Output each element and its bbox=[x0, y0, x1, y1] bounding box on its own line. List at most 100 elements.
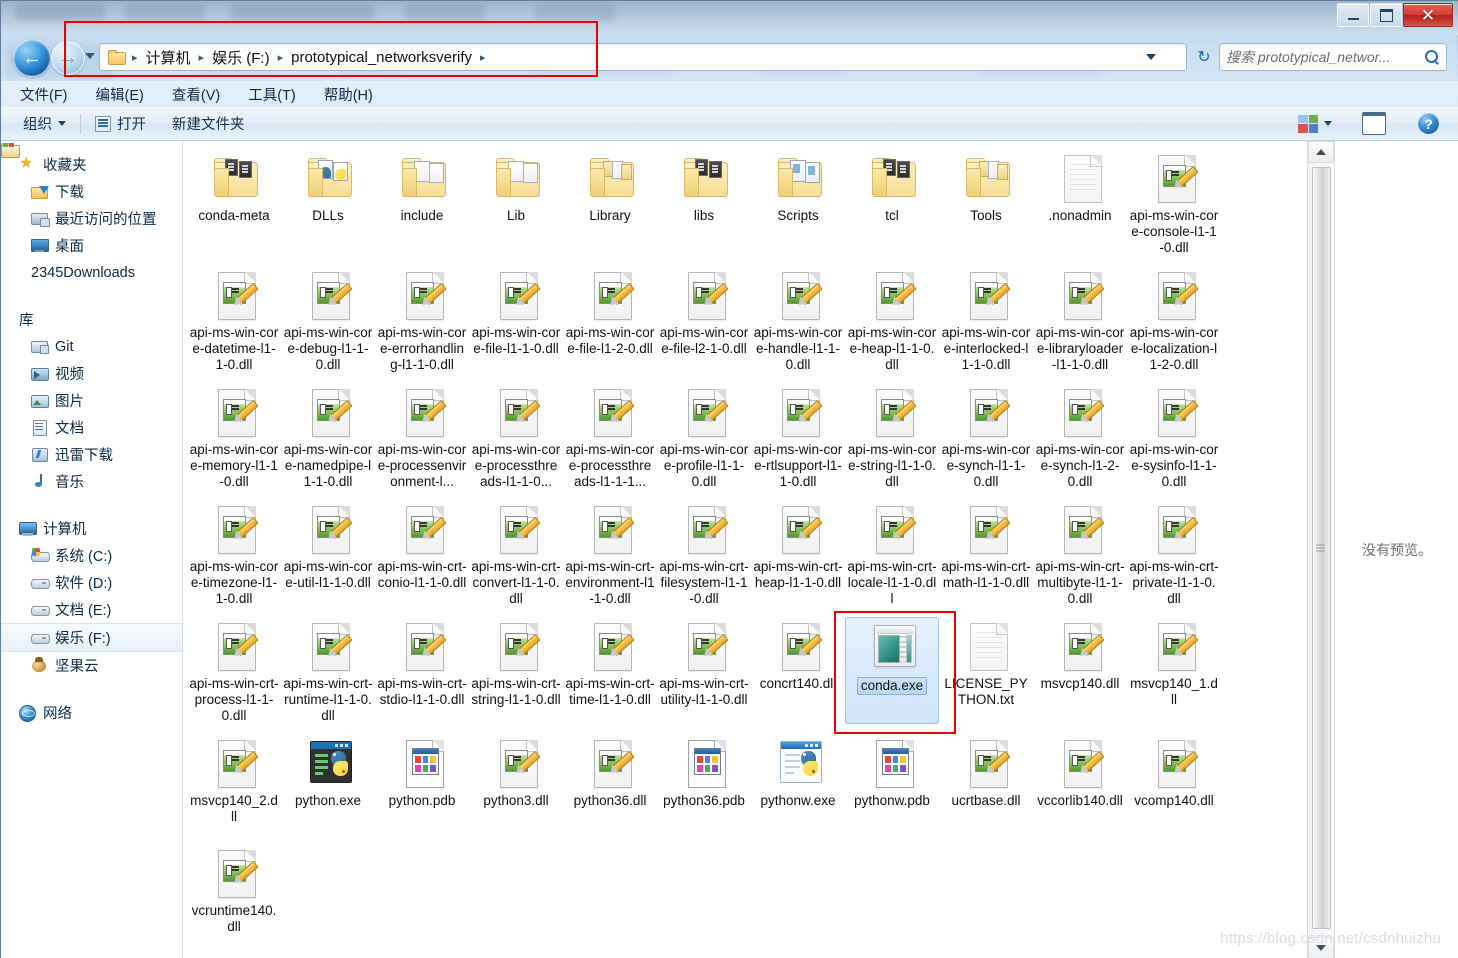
new-folder-button[interactable]: 新建文件夹 bbox=[166, 110, 251, 137]
file-item[interactable]: api-ms-win-core-sysinfo-l1-1-0.dll bbox=[1127, 383, 1221, 490]
file-item[interactable]: msvcp140_1.dll bbox=[1127, 617, 1221, 724]
file-item[interactable]: api-ms-win-crt-process-l1-1-0.dll bbox=[187, 617, 281, 724]
file-item[interactable]: python36.dll bbox=[563, 734, 657, 834]
chevron-down-icon[interactable] bbox=[1146, 54, 1156, 60]
breadcrumb-separator-1[interactable]: ▸ bbox=[195, 51, 209, 64]
menu-view[interactable]: 查看(V) bbox=[169, 82, 223, 107]
file-item[interactable]: concrt140.dll bbox=[751, 617, 845, 724]
file-item[interactable]: api-ms-win-crt-private-l1-1-0.dll bbox=[1127, 500, 1221, 607]
file-item[interactable]: api-ms-win-core-memory-l1-1-0.dll bbox=[187, 383, 281, 490]
menu-edit[interactable]: 编辑(E) bbox=[93, 82, 147, 107]
sidebar-item-git[interactable]: Git bbox=[1, 333, 182, 360]
vertical-scrollbar[interactable] bbox=[1307, 141, 1334, 958]
refresh-button[interactable]: ↻ bbox=[1191, 45, 1217, 69]
file-item[interactable]: ucrtbase.dll bbox=[939, 734, 1033, 834]
breadcrumb-separator-3[interactable]: ▸ bbox=[476, 51, 490, 64]
change-view-button[interactable] bbox=[1292, 112, 1338, 136]
file-item[interactable]: vccorlib140.dll bbox=[1033, 734, 1127, 834]
file-item[interactable]: api-ms-win-crt-stdio-l1-1-0.dll bbox=[375, 617, 469, 724]
file-item[interactable]: api-ms-win-core-heap-l1-1-0.dll bbox=[845, 266, 939, 373]
file-item[interactable]: api-ms-win-crt-math-l1-1-0.dll bbox=[939, 500, 1033, 607]
file-item[interactable]: api-ms-win-core-string-l1-1-0.dll bbox=[845, 383, 939, 490]
file-item[interactable]: api-ms-win-core-debug-l1-1-0.dll bbox=[281, 266, 375, 373]
file-item[interactable]: api-ms-win-crt-time-l1-1-0.dll bbox=[563, 617, 657, 724]
file-item-selected[interactable]: conda.exe bbox=[845, 617, 939, 724]
file-item[interactable]: msvcp140.dll bbox=[1033, 617, 1127, 724]
file-item[interactable]: api-ms-win-core-util-l1-1-0.dll bbox=[281, 500, 375, 607]
breadcrumb-separator-2[interactable]: ▸ bbox=[274, 51, 288, 64]
file-item[interactable]: api-ms-win-core-errorhandling-l1-1-0.dll bbox=[375, 266, 469, 373]
file-grid[interactable]: conda-meta DLLs include Lib Library libs Scrip… bbox=[183, 141, 1308, 958]
sidebar-item-libraries[interactable]: 库 bbox=[1, 143, 182, 333]
file-item[interactable]: vcruntime140.dll bbox=[187, 844, 281, 944]
maximize-button[interactable] bbox=[1370, 3, 1402, 27]
file-item[interactable]: api-ms-win-core-datetime-l1-1-0.dll bbox=[187, 266, 281, 373]
menu-tools[interactable]: 工具(T) bbox=[245, 82, 299, 107]
file-item[interactable]: tcl bbox=[845, 149, 939, 256]
sidebar-item-drive-f[interactable]: 娱乐 (F:) bbox=[1, 623, 182, 652]
menu-help[interactable]: 帮助(H) bbox=[321, 82, 376, 107]
file-item[interactable]: api-ms-win-core-file-l1-2-0.dll bbox=[563, 266, 657, 373]
minimize-button[interactable] bbox=[1337, 3, 1369, 27]
scroll-down-button[interactable] bbox=[1308, 937, 1334, 958]
file-item[interactable]: api-ms-win-core-synch-l1-2-0.dll bbox=[1033, 383, 1127, 490]
breadcrumb-computer[interactable]: 计算机 bbox=[142, 45, 195, 70]
file-item[interactable]: api-ms-win-core-libraryloader-l1-1-0.dll bbox=[1033, 266, 1127, 373]
forward-button[interactable]: → bbox=[51, 41, 85, 75]
sidebar-item-drive-c[interactable]: 系统 (C:) bbox=[1, 542, 182, 569]
sidebar-item-downloads[interactable]: 下载 bbox=[1, 178, 182, 205]
sidebar-item-pictures[interactable]: 图片 bbox=[1, 387, 182, 414]
file-item[interactable]: api-ms-win-core-profile-l1-1-0.dll bbox=[657, 383, 751, 490]
breadcrumb-drive-f[interactable]: 娱乐 (F:) bbox=[208, 45, 274, 70]
file-item[interactable]: .nonadmin bbox=[1033, 149, 1127, 256]
file-item[interactable]: api-ms-win-core-timezone-l1-1-0.dll bbox=[187, 500, 281, 607]
file-item[interactable]: Lib bbox=[469, 149, 563, 256]
sidebar-item-thunder-download[interactable]: 迅雷下载 bbox=[1, 441, 182, 468]
file-item[interactable]: api-ms-win-core-localization-l1-2-0.dll bbox=[1127, 266, 1221, 373]
file-item[interactable]: vcomp140.dll bbox=[1127, 734, 1221, 834]
file-item[interactable]: api-ms-win-core-namedpipe-l1-1-0.dll bbox=[281, 383, 375, 490]
file-item[interactable]: api-ms-win-core-processthreads-l1-1-0... bbox=[469, 383, 563, 490]
file-item[interactable]: api-ms-win-core-file-l1-1-0.dll bbox=[469, 266, 563, 373]
file-item[interactable]: python.exe bbox=[281, 734, 375, 834]
file-item[interactable]: api-ms-win-core-processthreads-l1-1-1... bbox=[563, 383, 657, 490]
file-item[interactable]: libs bbox=[657, 149, 751, 256]
file-item[interactable]: api-ms-win-core-interlocked-l1-1-0.dll bbox=[939, 266, 1033, 373]
scroll-up-button[interactable] bbox=[1308, 141, 1334, 163]
file-item[interactable]: api-ms-win-crt-convert-l1-1-0.dll bbox=[469, 500, 563, 607]
file-item[interactable]: api-ms-win-core-processenvironment-l... bbox=[375, 383, 469, 490]
file-item[interactable]: api-ms-win-core-handle-l1-1-0.dll bbox=[751, 266, 845, 373]
file-item[interactable]: python3.dll bbox=[469, 734, 563, 834]
preview-pane-button[interactable] bbox=[1356, 109, 1392, 138]
file-item[interactable]: api-ms-win-core-console-l1-1-0.dll bbox=[1127, 149, 1221, 256]
file-item[interactable]: Scripts bbox=[751, 149, 845, 256]
sidebar-item-videos[interactable]: 视频 bbox=[1, 360, 182, 387]
breadcrumb-separator-0[interactable]: ▸ bbox=[128, 51, 142, 64]
sidebar-item-2345downloads[interactable]: 2345Downloads bbox=[1, 143, 182, 286]
breadcrumb-current-folder[interactable]: prototypical_networksverify bbox=[287, 47, 476, 68]
sidebar-item-drive-e[interactable]: 文档 (E:) bbox=[1, 596, 182, 623]
file-item[interactable]: api-ms-win-crt-environment-l1-1-0.dll bbox=[563, 500, 657, 607]
sidebar-item-recent-places[interactable]: 最近访问的位置 bbox=[1, 205, 182, 232]
file-item[interactable]: api-ms-win-crt-multibyte-l1-1-0.dll bbox=[1033, 500, 1127, 607]
file-item[interactable]: include bbox=[375, 149, 469, 256]
file-item[interactable]: api-ms-win-crt-runtime-l1-1-0.dll bbox=[281, 617, 375, 724]
file-item[interactable]: api-ms-win-core-rtlsupport-l1-1-0.dll bbox=[751, 383, 845, 490]
file-item[interactable]: pythonw.pdb bbox=[845, 734, 939, 834]
sidebar-item-network[interactable]: 网络 bbox=[1, 699, 182, 726]
file-item[interactable]: api-ms-win-crt-utility-l1-1-0.dll bbox=[657, 617, 751, 724]
file-item[interactable]: DLLs bbox=[281, 149, 375, 256]
file-item[interactable]: LICENSE_PYTHON.txt bbox=[939, 617, 1033, 724]
sidebar-item-favorites[interactable]: ★ 收藏夹 bbox=[1, 151, 182, 178]
sidebar-item-computer[interactable]: 计算机 bbox=[1, 515, 182, 542]
file-item[interactable]: Library bbox=[563, 149, 657, 256]
file-list-pane[interactable]: conda-meta DLLs include Lib Library libs Scrip… bbox=[183, 141, 1334, 958]
file-item[interactable]: pythonw.exe bbox=[751, 734, 845, 834]
search-input[interactable]: 搜索 prototypical_networ... bbox=[1226, 47, 1424, 67]
file-item[interactable]: api-ms-win-crt-string-l1-1-0.dll bbox=[469, 617, 563, 724]
recent-locations-dropdown[interactable] bbox=[85, 53, 95, 59]
file-item[interactable]: python.pdb bbox=[375, 734, 469, 834]
address-path-box[interactable]: ▸ 计算机 ▸ 娱乐 (F:) ▸ prototypical_networksv… bbox=[99, 43, 1187, 71]
scrollbar-thumb[interactable] bbox=[1312, 167, 1331, 929]
sidebar-item-documents[interactable]: 文档 bbox=[1, 414, 182, 441]
